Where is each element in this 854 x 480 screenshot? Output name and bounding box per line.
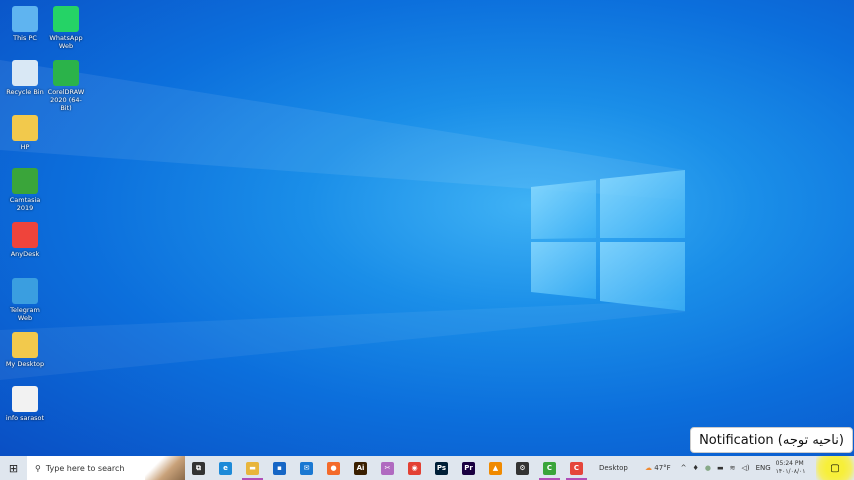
file-explorer-icon: ▬ (246, 461, 259, 475)
desktop-icon[interactable]: My Desktop (5, 332, 45, 368)
taskbar-app-store[interactable]: ▪ (266, 456, 293, 480)
desktop-icon[interactable]: This PC (5, 6, 45, 42)
taskbar-app-file-explorer[interactable]: ▬ (239, 456, 266, 480)
desktop-icon-label: WhatsApp Web (49, 34, 83, 50)
desktop-icon[interactable]: Recycle Bin (5, 60, 45, 96)
windows-icon: ⊞ (8, 461, 19, 475)
mail-icon: ✉ (300, 461, 313, 475)
taskbar-app-photoshop[interactable]: Ps (428, 456, 455, 480)
taskbar-app-edge[interactable]: e (212, 456, 239, 480)
taskbar-app-firefox[interactable]: ● (320, 456, 347, 480)
premiere-icon: Pr (462, 461, 475, 475)
taskbar-app-camtasia[interactable]: C (536, 456, 563, 480)
desktop-icon-label: Recycle Bin (6, 88, 44, 96)
camtasia-icon (12, 168, 38, 194)
desktop-icon-label: My Desktop (5, 360, 45, 368)
desktop-icon-label: Camtasia 2019 (9, 196, 41, 212)
desktop-icon[interactable]: CorelDRAW 2020 (64-Bit) (46, 60, 86, 112)
vlc-icon: ▲ (489, 461, 502, 475)
user-folder-icon (12, 115, 38, 141)
recycle-bin-icon (12, 60, 38, 86)
computer-icon (12, 6, 38, 32)
camtasia-icon: C (543, 461, 556, 475)
firefox-icon: ● (327, 461, 340, 475)
network-icon[interactable]: ≋ (727, 464, 739, 472)
camtasia-recorder-icon: C (570, 461, 583, 475)
desktop-icon-label: AnyDesk (10, 250, 40, 258)
search-box[interactable]: ⚲ Type here to search (27, 456, 185, 480)
illustrator-icon: Ai (354, 461, 367, 475)
desktop-icon[interactable]: info sarasot (5, 386, 45, 422)
anydesk-icon (12, 222, 38, 248)
tray-app-icon[interactable]: ● (702, 464, 714, 472)
telegram-icon (12, 278, 38, 304)
desktop-icon-label: Telegram Web (10, 306, 40, 322)
search-placeholder: Type here to search (45, 463, 125, 473)
weather-icon: ☁ (645, 464, 652, 472)
folder-icon (12, 332, 38, 358)
action-center-button[interactable]: ▢ (816, 456, 854, 480)
desktop-icon[interactable]: WhatsApp Web (46, 6, 86, 50)
show-hidden-icons[interactable]: ^ (678, 464, 690, 472)
battery-icon[interactable]: ▬ (714, 464, 727, 472)
taskbar-app-mail[interactable]: ✉ (293, 456, 320, 480)
volume-icon[interactable]: ◁) (738, 464, 752, 472)
task-view-icon: ⧉ (192, 461, 205, 475)
taskbar-app-vlc[interactable]: ▲ (482, 456, 509, 480)
language-indicator[interactable]: ENG (753, 464, 774, 472)
text-file-icon (12, 386, 38, 412)
taskbar-app-chrome[interactable]: ◉ (401, 456, 428, 480)
desktop-icon-label: HP (20, 143, 30, 151)
desktop-icon[interactable]: Telegram Web (5, 278, 45, 322)
notification-tooltip: Notification (ناحیه توجه) (690, 427, 853, 453)
photoshop-icon: Ps (435, 461, 448, 475)
search-highlight-image (145, 456, 185, 480)
taskbar-app-camtasia-recorder[interactable]: C (563, 456, 590, 480)
desktop-icon[interactable]: HP (5, 115, 45, 151)
search-icon: ⚲ (35, 463, 41, 473)
taskbar-app-illustrator[interactable]: Ai (347, 456, 374, 480)
taskbar: ⊞ ⚲ Type here to search ⧉ e ▬ ▪ ✉ ● Ai ✂ ◉ Ps Pr ▲ ⚙… (0, 456, 854, 480)
windows-logo-wallpaper (0, 60, 685, 380)
desktop-toolbar[interactable]: Desktop (596, 464, 636, 472)
notification-icon: ▢ (830, 462, 840, 474)
notification-bell-icon[interactable]: ♦ (690, 464, 702, 472)
start-button[interactable]: ⊞ (0, 456, 27, 480)
settings-icon: ⚙ (516, 461, 529, 475)
desktop: This PC WhatsApp Web Recycle Bin CorelDRAW … (0, 0, 854, 456)
desktop-icon-label: This PC (13, 34, 37, 42)
desktop-icon-label: CorelDRAW 2020 (64-Bit) (47, 88, 85, 112)
desktop-icon[interactable]: AnyDesk (5, 222, 45, 258)
weather-widget[interactable]: ☁ 47°F (642, 464, 674, 472)
desktop-icon-label: info sarasot (5, 414, 45, 422)
clock[interactable]: 05:24 PM ۱۴۰۱/۰۸/۰۱ (776, 460, 806, 476)
taskbar-app-settings[interactable]: ⚙ (509, 456, 536, 480)
store-icon: ▪ (273, 461, 286, 475)
snipping-icon: ✂ (381, 461, 394, 475)
taskbar-app-task-view[interactable]: ⧉ (185, 456, 212, 480)
taskbar-app-snipping[interactable]: ✂ (374, 456, 401, 480)
coreldraw-icon (53, 60, 79, 86)
edge-icon: e (219, 461, 232, 475)
desktop-icon[interactable]: Camtasia 2019 (5, 168, 45, 212)
chrome-icon: ◉ (408, 461, 421, 475)
whatsapp-icon (53, 6, 79, 32)
taskbar-app-premiere[interactable]: Pr (455, 456, 482, 480)
